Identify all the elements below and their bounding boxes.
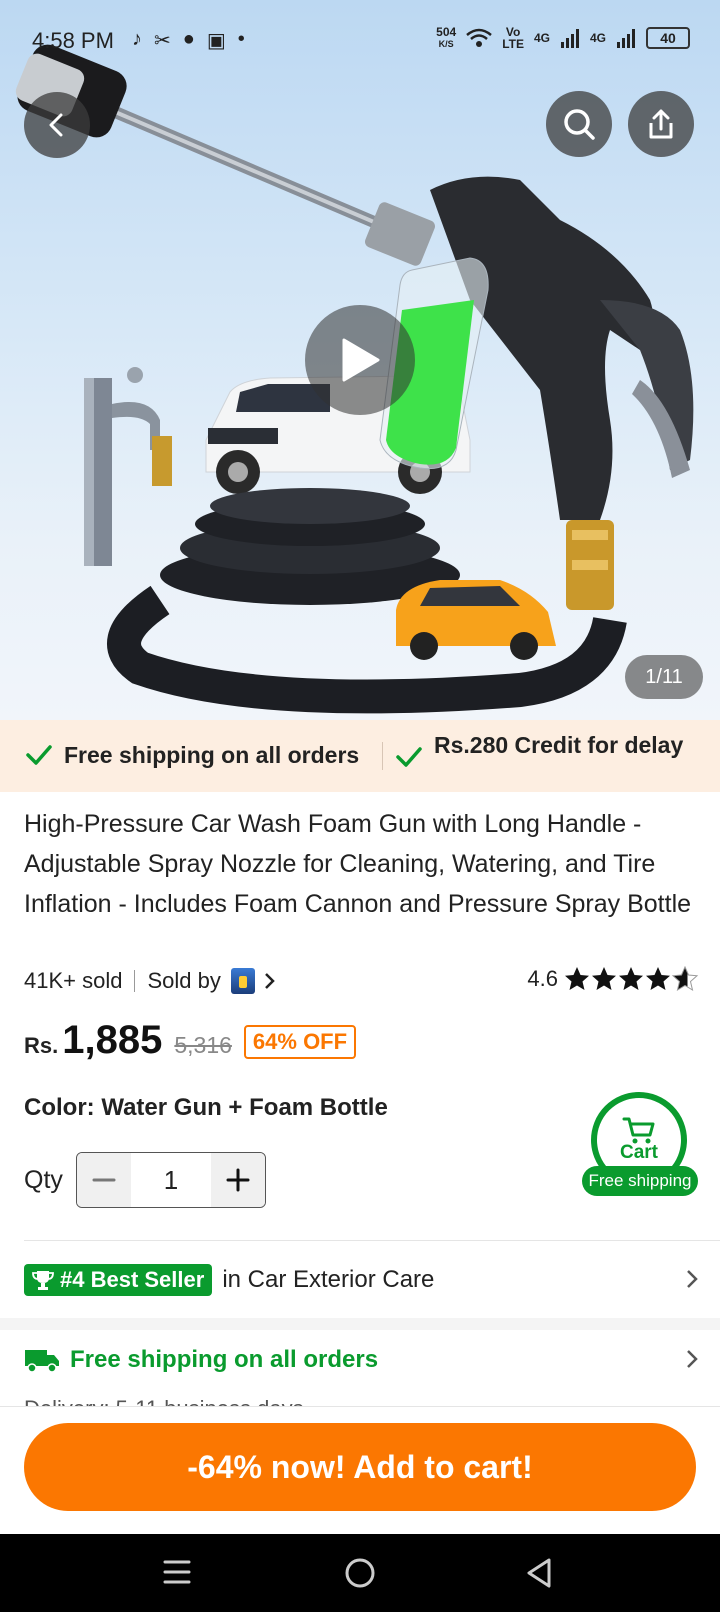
battery-icon: 40 (646, 27, 690, 49)
wifi-icon (466, 28, 492, 47)
scissors-icon: ✂ (154, 30, 171, 52)
play-video-button[interactable] (305, 305, 415, 415)
rating-value: 4.6 (527, 966, 558, 991)
network-4g-label-2: 4G (589, 31, 606, 45)
image-counter: 1/11 (625, 655, 703, 699)
chevron-left-icon (49, 113, 63, 137)
color-selection[interactable]: Color: Water Gun + Foam Bottle (24, 1094, 388, 1122)
quantity-stepper: 1 (76, 1152, 266, 1208)
free-shipping-benefit: Free shipping on all orders (24, 740, 359, 770)
app-icon: ▣ (206, 30, 226, 52)
volte-icon: Vo LTE (502, 25, 524, 51)
product-page: 4:58 PM ♪ ✂ ● ▣ • 504 K/S Vo LTE 4G 4G 4… (0, 0, 720, 1612)
check-icon (396, 747, 422, 767)
back-button[interactable] (24, 92, 90, 158)
best-seller-rank: #4 Best Seller (60, 1267, 205, 1292)
cart-button[interactable]: Cart Free shipping (582, 1092, 698, 1202)
minus-icon (92, 1178, 116, 1182)
chevron-right-icon (687, 1350, 698, 1368)
cart-free-shipping-badge: Free shipping (582, 1166, 698, 1196)
star-rating-icon (565, 966, 698, 991)
back-nav-icon[interactable] (524, 1556, 554, 1590)
truck-icon (25, 1350, 59, 1373)
share-icon (649, 109, 673, 139)
chat-icon: ● (182, 28, 195, 50)
benefit-label: Rs.280 Credit for delay (434, 732, 684, 758)
home-icon[interactable] (343, 1556, 377, 1590)
dot-icon: • (237, 28, 245, 50)
add-to-cart-button[interactable]: -64% now! Add to cart! (24, 1423, 696, 1511)
section-gap (0, 1318, 720, 1330)
system-nav-bar (0, 1534, 720, 1612)
meta-divider (134, 970, 136, 992)
status-time: 4:58 PM (32, 28, 114, 53)
shipping-label: Free shipping on all orders (70, 1346, 379, 1373)
product-title: High-Pressure Car Wash Foam Gun with Lon… (24, 810, 692, 918)
sold-by-link[interactable]: Sold by (147, 968, 220, 994)
bottom-action-bar: -64% now! Add to cart! (0, 1406, 720, 1534)
shipping-info-row[interactable]: Free shipping on all orders (24, 1342, 700, 1378)
signal-icon (560, 29, 579, 48)
tiktok-icon: ♪ (132, 28, 142, 50)
benefit-label: Free shipping on all orders (64, 741, 360, 768)
quantity-value[interactable]: 1 (131, 1165, 211, 1196)
search-button[interactable] (546, 91, 612, 157)
check-icon (26, 745, 52, 765)
plus-icon (226, 1168, 250, 1192)
increase-qty-button[interactable] (211, 1153, 265, 1207)
sale-price: 1,885 (62, 1018, 163, 1062)
sales-meta-row: 41K+ sold Sold by 4.6 (24, 966, 700, 996)
status-bar: 4:58 PM ♪ ✂ ● ▣ • 504 K/S Vo LTE 4G 4G 4… (0, 0, 720, 80)
share-button[interactable] (628, 91, 694, 157)
sold-count: 41K+ sold (24, 968, 123, 993)
signal-icon-2 (617, 29, 635, 48)
benefits-strip[interactable]: Free shipping on all orders Rs.280 Credi… (0, 720, 720, 792)
section-divider (24, 1240, 720, 1241)
notification-icons: ♪ ✂ ● ▣ • (132, 28, 245, 53)
discount-badge: 64% OFF (243, 1025, 357, 1059)
menu-icon[interactable] (162, 1556, 192, 1588)
best-seller-row[interactable]: #4 Best Seller in Car Exterior Care (24, 1262, 700, 1298)
qty-label: Qty (24, 1166, 63, 1194)
chevron-right-icon (687, 1270, 698, 1288)
currency: Rs. (24, 1033, 59, 1058)
benefit-divider (382, 742, 383, 770)
best-seller-category: in Car Exterior Care (222, 1266, 435, 1293)
decrease-qty-button[interactable] (77, 1153, 131, 1207)
trophy-icon (32, 1271, 54, 1290)
play-icon (342, 338, 380, 382)
network-4g-label: 4G (533, 31, 550, 45)
credit-benefit: Rs.280 Credit for delay (394, 730, 694, 772)
search-icon (564, 109, 595, 140)
best-seller-badge: #4 Best Seller (24, 1264, 213, 1296)
rating[interactable]: 4.6 (527, 966, 700, 992)
product-image-gallery[interactable]: 4:58 PM ♪ ✂ ● ▣ • 504 K/S Vo LTE 4G 4G 4… (0, 0, 720, 720)
chevron-right-icon (264, 973, 275, 989)
net-speed: 504 K/S (436, 25, 457, 49)
original-price: 5,316 (174, 1032, 232, 1058)
seller-logo[interactable] (230, 968, 255, 994)
price-row: Rs. 1,885 5,316 64% OFF (24, 1018, 357, 1068)
cart-label: Cart (619, 1142, 658, 1163)
status-right: 504 K/S Vo LTE 4G 4G 40 (436, 26, 690, 50)
